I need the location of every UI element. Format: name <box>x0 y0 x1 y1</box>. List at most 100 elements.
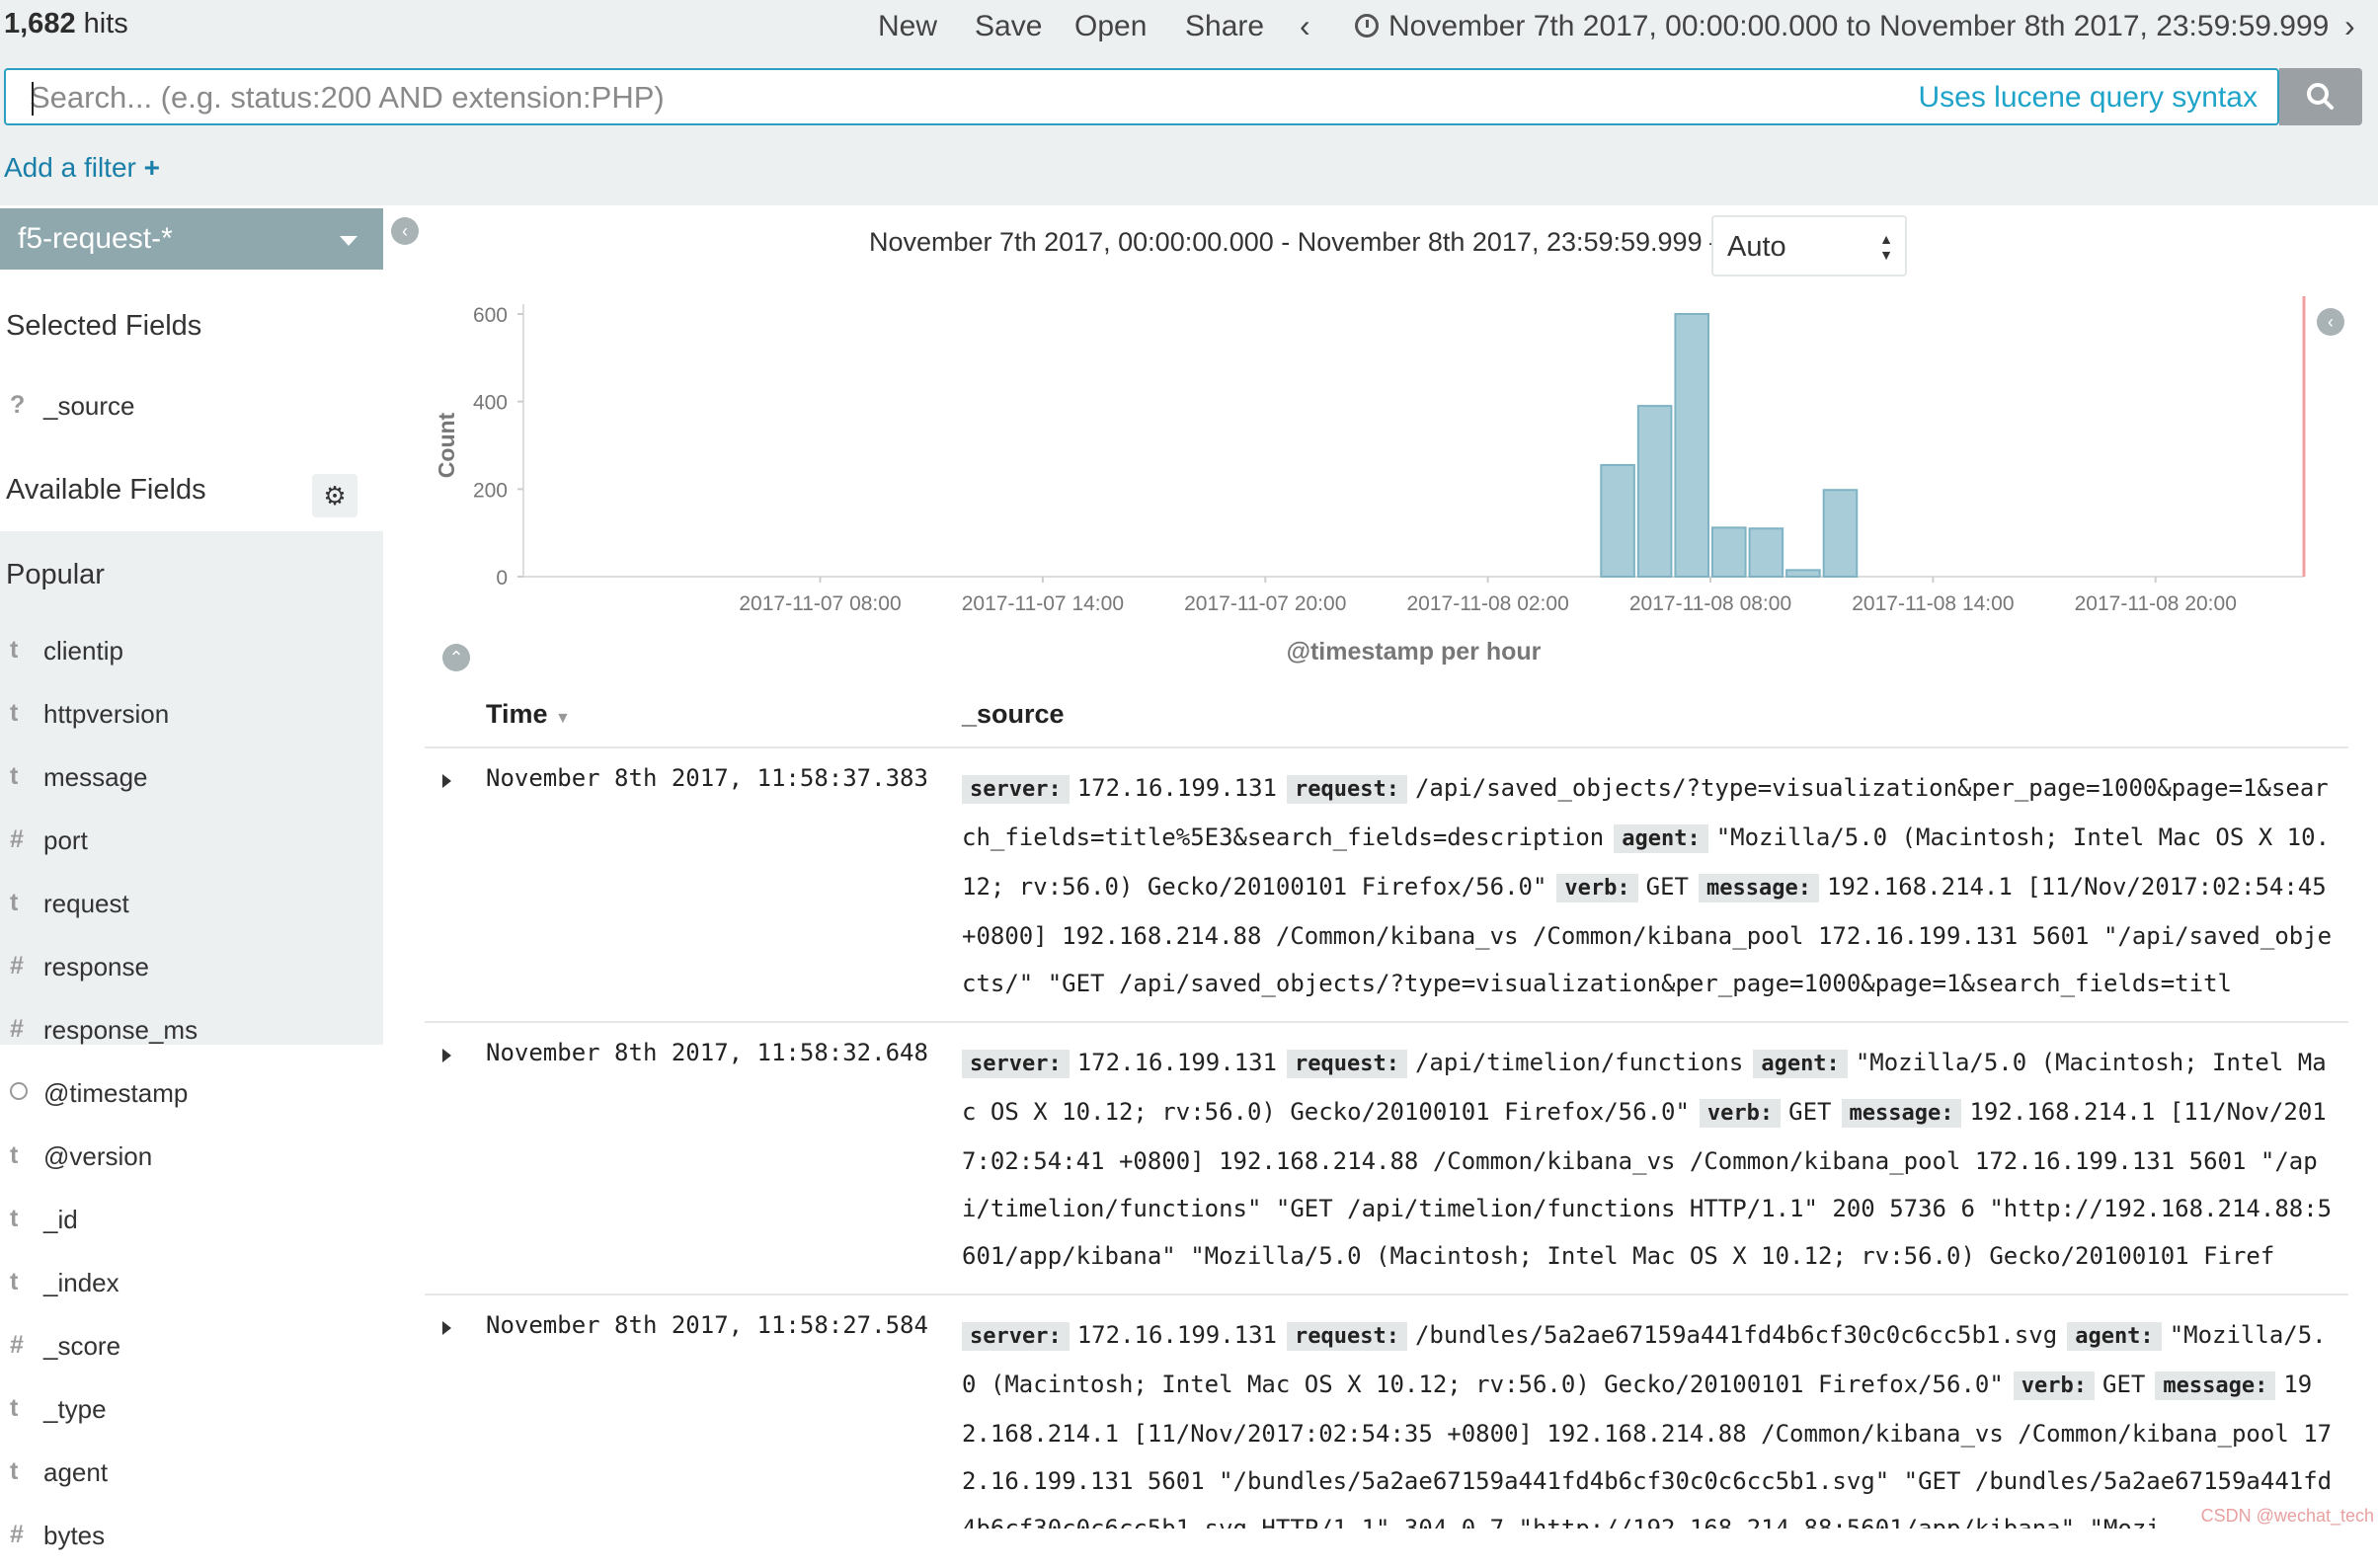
number-type-icon: # <box>10 952 24 980</box>
histogram-bar <box>1674 313 1709 578</box>
interval-select[interactable]: Auto ▲ ▼ <box>1711 215 1907 276</box>
x-tick-label: 2017-11-08 20:00 <box>2075 592 2237 615</box>
save-button[interactable]: Save <box>975 10 1042 43</box>
field-name: response <box>43 952 149 981</box>
field-item[interactable]: # response <box>0 936 383 999</box>
field-item[interactable]: t agent <box>0 1442 383 1505</box>
x-axis-label: @timestamp per hour <box>1287 638 1542 666</box>
chevron-left-icon[interactable]: ‹ <box>1300 8 1310 44</box>
source-field-key: request: <box>1287 1322 1407 1351</box>
row-time: November 8th 2017, 11:58:32.648 <box>486 1039 928 1066</box>
row-source: server: 172.16.199.131 request:/api/saved_… <box>962 764 2335 1011</box>
row-time: November 8th 2017, 11:58:37.383 <box>486 764 928 792</box>
string-type-icon: t <box>10 1457 19 1485</box>
x-tick-label: 2017-11-07 08:00 <box>739 592 901 615</box>
expand-row-icon[interactable] <box>442 1049 451 1062</box>
field-item[interactable]: # bytes <box>0 1505 383 1568</box>
number-type-icon: # <box>10 1015 24 1043</box>
field-item[interactable]: # port <box>0 810 383 873</box>
chevron-right-icon[interactable]: › <box>2344 8 2355 44</box>
text-caret <box>32 82 34 116</box>
field-name: _score <box>43 1331 121 1361</box>
source-field-key: server: <box>962 1322 1070 1351</box>
expand-row-icon[interactable] <box>442 1321 451 1335</box>
search-button[interactable] <box>2279 68 2362 125</box>
source-field-key: verb: <box>2013 1372 2096 1400</box>
field-name: clientip <box>43 636 123 666</box>
y-tick-label: 600 <box>473 304 508 327</box>
field-name: _type <box>43 1394 107 1424</box>
table-row: November 8th 2017, 11:58:32.648 server: 17… <box>425 1031 2348 1295</box>
field-item[interactable]: t httpversion <box>0 683 383 746</box>
x-tick-label: 2017-11-07 14:00 <box>962 592 1124 615</box>
field-name: httpversion <box>43 699 170 729</box>
histogram-bar <box>1711 526 1747 578</box>
field-item[interactable]: @timestamp <box>0 1062 383 1126</box>
source-field-value: GET <box>2102 1371 2146 1398</box>
field-name: @timestamp <box>43 1078 189 1108</box>
source-field-key: request: <box>1287 775 1407 804</box>
popular-title: Popular <box>6 559 105 590</box>
unknown-type-icon: ? <box>10 391 26 419</box>
share-button[interactable]: Share <box>1185 10 1264 43</box>
source-field-value: /bundles/5a2ae67159a441fd4b6cf30c0c6cc5b… <box>1414 1321 2058 1349</box>
row-time: November 8th 2017, 11:58:27.584 <box>486 1311 928 1339</box>
field-name: _source <box>43 391 135 421</box>
caret-down-icon <box>340 236 357 246</box>
string-type-icon: t <box>10 762 19 790</box>
source-field-value: GET <box>1645 873 1690 901</box>
histogram-bar <box>1748 527 1784 579</box>
expand-row-icon[interactable] <box>442 774 451 788</box>
plus-icon: + <box>143 152 160 183</box>
add-filter-link[interactable]: Add a filter + <box>4 152 160 184</box>
field-item[interactable]: t clientip <box>0 620 383 683</box>
filter-row: Add a filter + <box>0 134 2378 205</box>
index-pattern-select[interactable]: f5-request-* <box>0 208 383 270</box>
field-item[interactable]: t @version <box>0 1126 383 1189</box>
string-type-icon: t <box>10 699 19 727</box>
selected-fields-title: Selected Fields <box>6 310 202 342</box>
new-button[interactable]: New <box>878 10 937 43</box>
clock-icon <box>1355 14 1379 38</box>
number-type-icon: # <box>10 825 24 853</box>
collapse-histogram-icon[interactable]: ⌃ <box>442 644 470 671</box>
source-field-key: agent: <box>1753 1050 1848 1078</box>
y-tick-label: 400 <box>473 392 508 415</box>
field-item[interactable]: t message <box>0 746 383 810</box>
gear-icon[interactable]: ⚙ <box>312 474 357 517</box>
source-field-value: 172.16.199.131 <box>1076 1049 1278 1076</box>
source-field-key: agent: <box>1614 824 1708 853</box>
histogram-bar <box>1636 405 1673 578</box>
search-input[interactable]: Search... (e.g. status:200 AND extension… <box>4 68 2279 125</box>
field-item[interactable]: # response_ms <box>0 999 383 1062</box>
watermark: CSDN @wechat_tech <box>2200 1506 2374 1526</box>
source-field-value: 172.16.199.131 <box>1076 774 1278 802</box>
field-name: bytes <box>43 1521 106 1550</box>
available-fields-title: Available Fields <box>6 474 206 506</box>
source-field-key: verb: <box>1699 1099 1782 1128</box>
field-item[interactable]: # _score <box>0 1315 383 1378</box>
histogram-bar <box>1822 489 1859 578</box>
top-bar: 1,682 hits New Save Open Share ‹ Novembe… <box>0 0 2378 65</box>
time-picker[interactable]: November 7th 2017, 00:00:00.000 to Novem… <box>1355 10 2329 43</box>
field-name: agent <box>43 1457 109 1487</box>
string-type-icon: t <box>10 636 19 664</box>
field-name: _index <box>43 1268 119 1297</box>
field-name: request <box>43 889 129 918</box>
field-item[interactable]: t _index <box>0 1252 383 1315</box>
source-field-key: agent: <box>2067 1322 2162 1351</box>
open-button[interactable]: Open <box>1074 10 1147 43</box>
histogram-bar <box>1785 569 1821 579</box>
field-item[interactable]: t _id <box>0 1189 383 1252</box>
source-field-value: GET <box>1788 1098 1832 1126</box>
source-field-key: server: <box>962 775 1070 804</box>
field-item[interactable]: t _type <box>0 1378 383 1442</box>
lucene-syntax-link[interactable]: Uses lucene query syntax <box>1918 81 2258 115</box>
field-name: response_ms <box>43 1015 198 1045</box>
collapse-sidebar-icon[interactable]: ‹ <box>391 217 419 245</box>
source-field-key: message: <box>1841 1099 1962 1128</box>
field-item[interactable]: ? _source <box>0 375 383 438</box>
sort-down-icon: ▼ <box>555 710 571 727</box>
field-item[interactable]: t request <box>0 873 383 936</box>
string-type-icon: t <box>10 1268 19 1295</box>
